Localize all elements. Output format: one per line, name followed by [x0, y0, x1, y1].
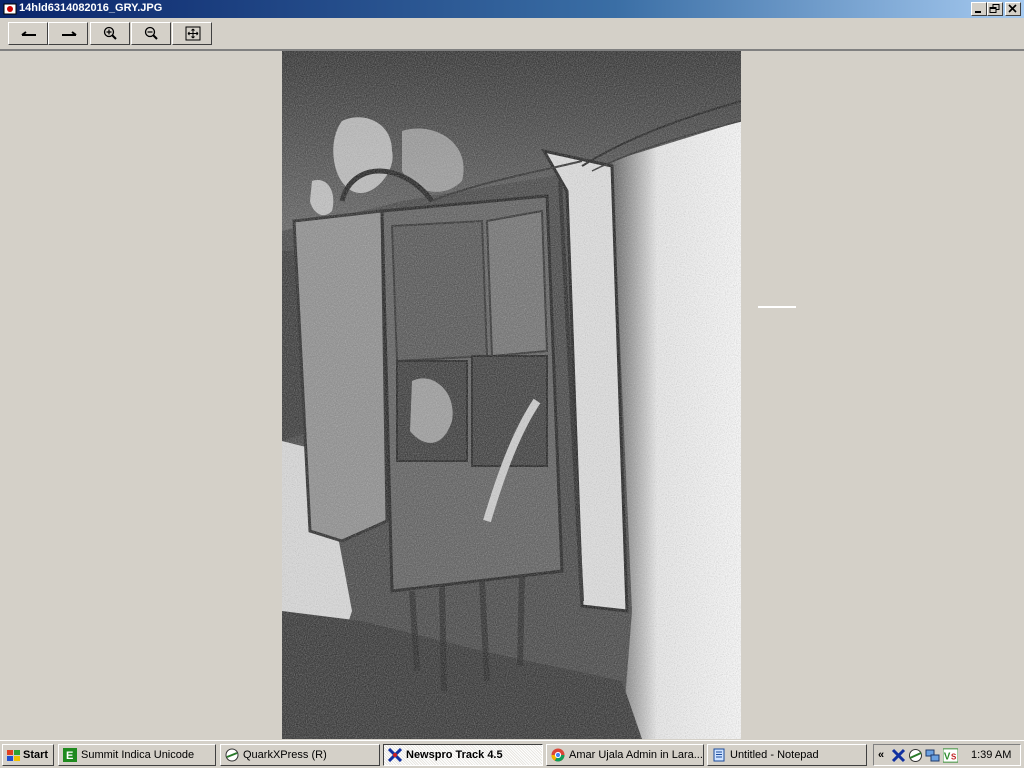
- minimize-icon: [975, 11, 981, 13]
- svg-text:V: V: [944, 751, 951, 762]
- back-arrow-icon: [21, 31, 36, 36]
- newspro-tray-icon[interactable]: [891, 748, 906, 763]
- zoom-out-button[interactable]: [131, 22, 171, 45]
- back-button[interactable]: [8, 22, 48, 45]
- viewer-toolbar: [0, 19, 1024, 50]
- start-button[interactable]: Start: [2, 744, 54, 766]
- task-label: Amar Ujala Admin in Lara...: [569, 749, 703, 761]
- taskbar-item-chrome[interactable]: Amar Ujala Admin in Lara...: [546, 744, 704, 766]
- antivirus-tray-icon[interactable]: V S: [943, 748, 958, 763]
- forward-button[interactable]: [48, 22, 88, 45]
- title-bar[interactable]: 14hld6314082016_GRY.JPG: [0, 0, 1024, 18]
- fit-window-icon: [185, 26, 201, 41]
- zoom-in-icon: [103, 26, 117, 40]
- window-title: 14hld6314082016_GRY.JPG: [19, 2, 163, 14]
- start-label: Start: [23, 749, 49, 761]
- taskbar-item-newspro-track[interactable]: Newspro Track 4.5: [383, 744, 543, 766]
- taskbar-item-notepad[interactable]: Untitled - Notepad: [707, 744, 867, 766]
- restore-icon: [989, 4, 1000, 13]
- zoom-in-button[interactable]: [90, 22, 130, 45]
- task-label: QuarkXPress (R): [243, 749, 327, 761]
- system-tray: « V S 1:39 AM: [873, 744, 1021, 766]
- image-canvas[interactable]: [0, 50, 1024, 740]
- white-line-artifact: [758, 306, 796, 308]
- taskbar-item-summit-indica[interactable]: E Summit Indica Unicode: [58, 744, 216, 766]
- clock[interactable]: 1:39 AM: [971, 749, 1011, 761]
- svg-text:S: S: [951, 752, 956, 761]
- taskbar: Start E Summit Indica Unicode QuarkXPres…: [0, 740, 1024, 768]
- chrome-icon: [551, 748, 565, 762]
- svg-text:E: E: [66, 750, 73, 762]
- newspro-icon: [388, 748, 402, 762]
- task-label: Newspro Track 4.5: [406, 749, 503, 761]
- network-tray-icon[interactable]: [925, 748, 940, 763]
- minimize-button[interactable]: [971, 2, 987, 16]
- close-button[interactable]: [1005, 2, 1021, 16]
- windows-logo-icon: [7, 750, 20, 761]
- displayed-photo[interactable]: [282, 51, 741, 739]
- show-hidden-icons-chevron[interactable]: «: [878, 749, 884, 761]
- image-viewer-icon: [3, 3, 17, 15]
- restore-button[interactable]: [987, 2, 1003, 16]
- close-icon: [1008, 4, 1017, 13]
- summit-e-icon: E: [63, 748, 77, 762]
- zoom-out-icon: [144, 26, 158, 40]
- task-label: Summit Indica Unicode: [81, 749, 195, 761]
- quark-icon: [225, 748, 239, 762]
- taskbar-item-quarkxpress[interactable]: QuarkXPress (R): [220, 744, 380, 766]
- task-label: Untitled - Notepad: [730, 749, 819, 761]
- quark-tray-icon[interactable]: [908, 748, 923, 763]
- forward-arrow-icon: [62, 31, 77, 36]
- notepad-icon: [713, 748, 725, 762]
- fit-window-button[interactable]: [172, 22, 212, 45]
- burnt-electrical-panel-image: [282, 51, 741, 739]
